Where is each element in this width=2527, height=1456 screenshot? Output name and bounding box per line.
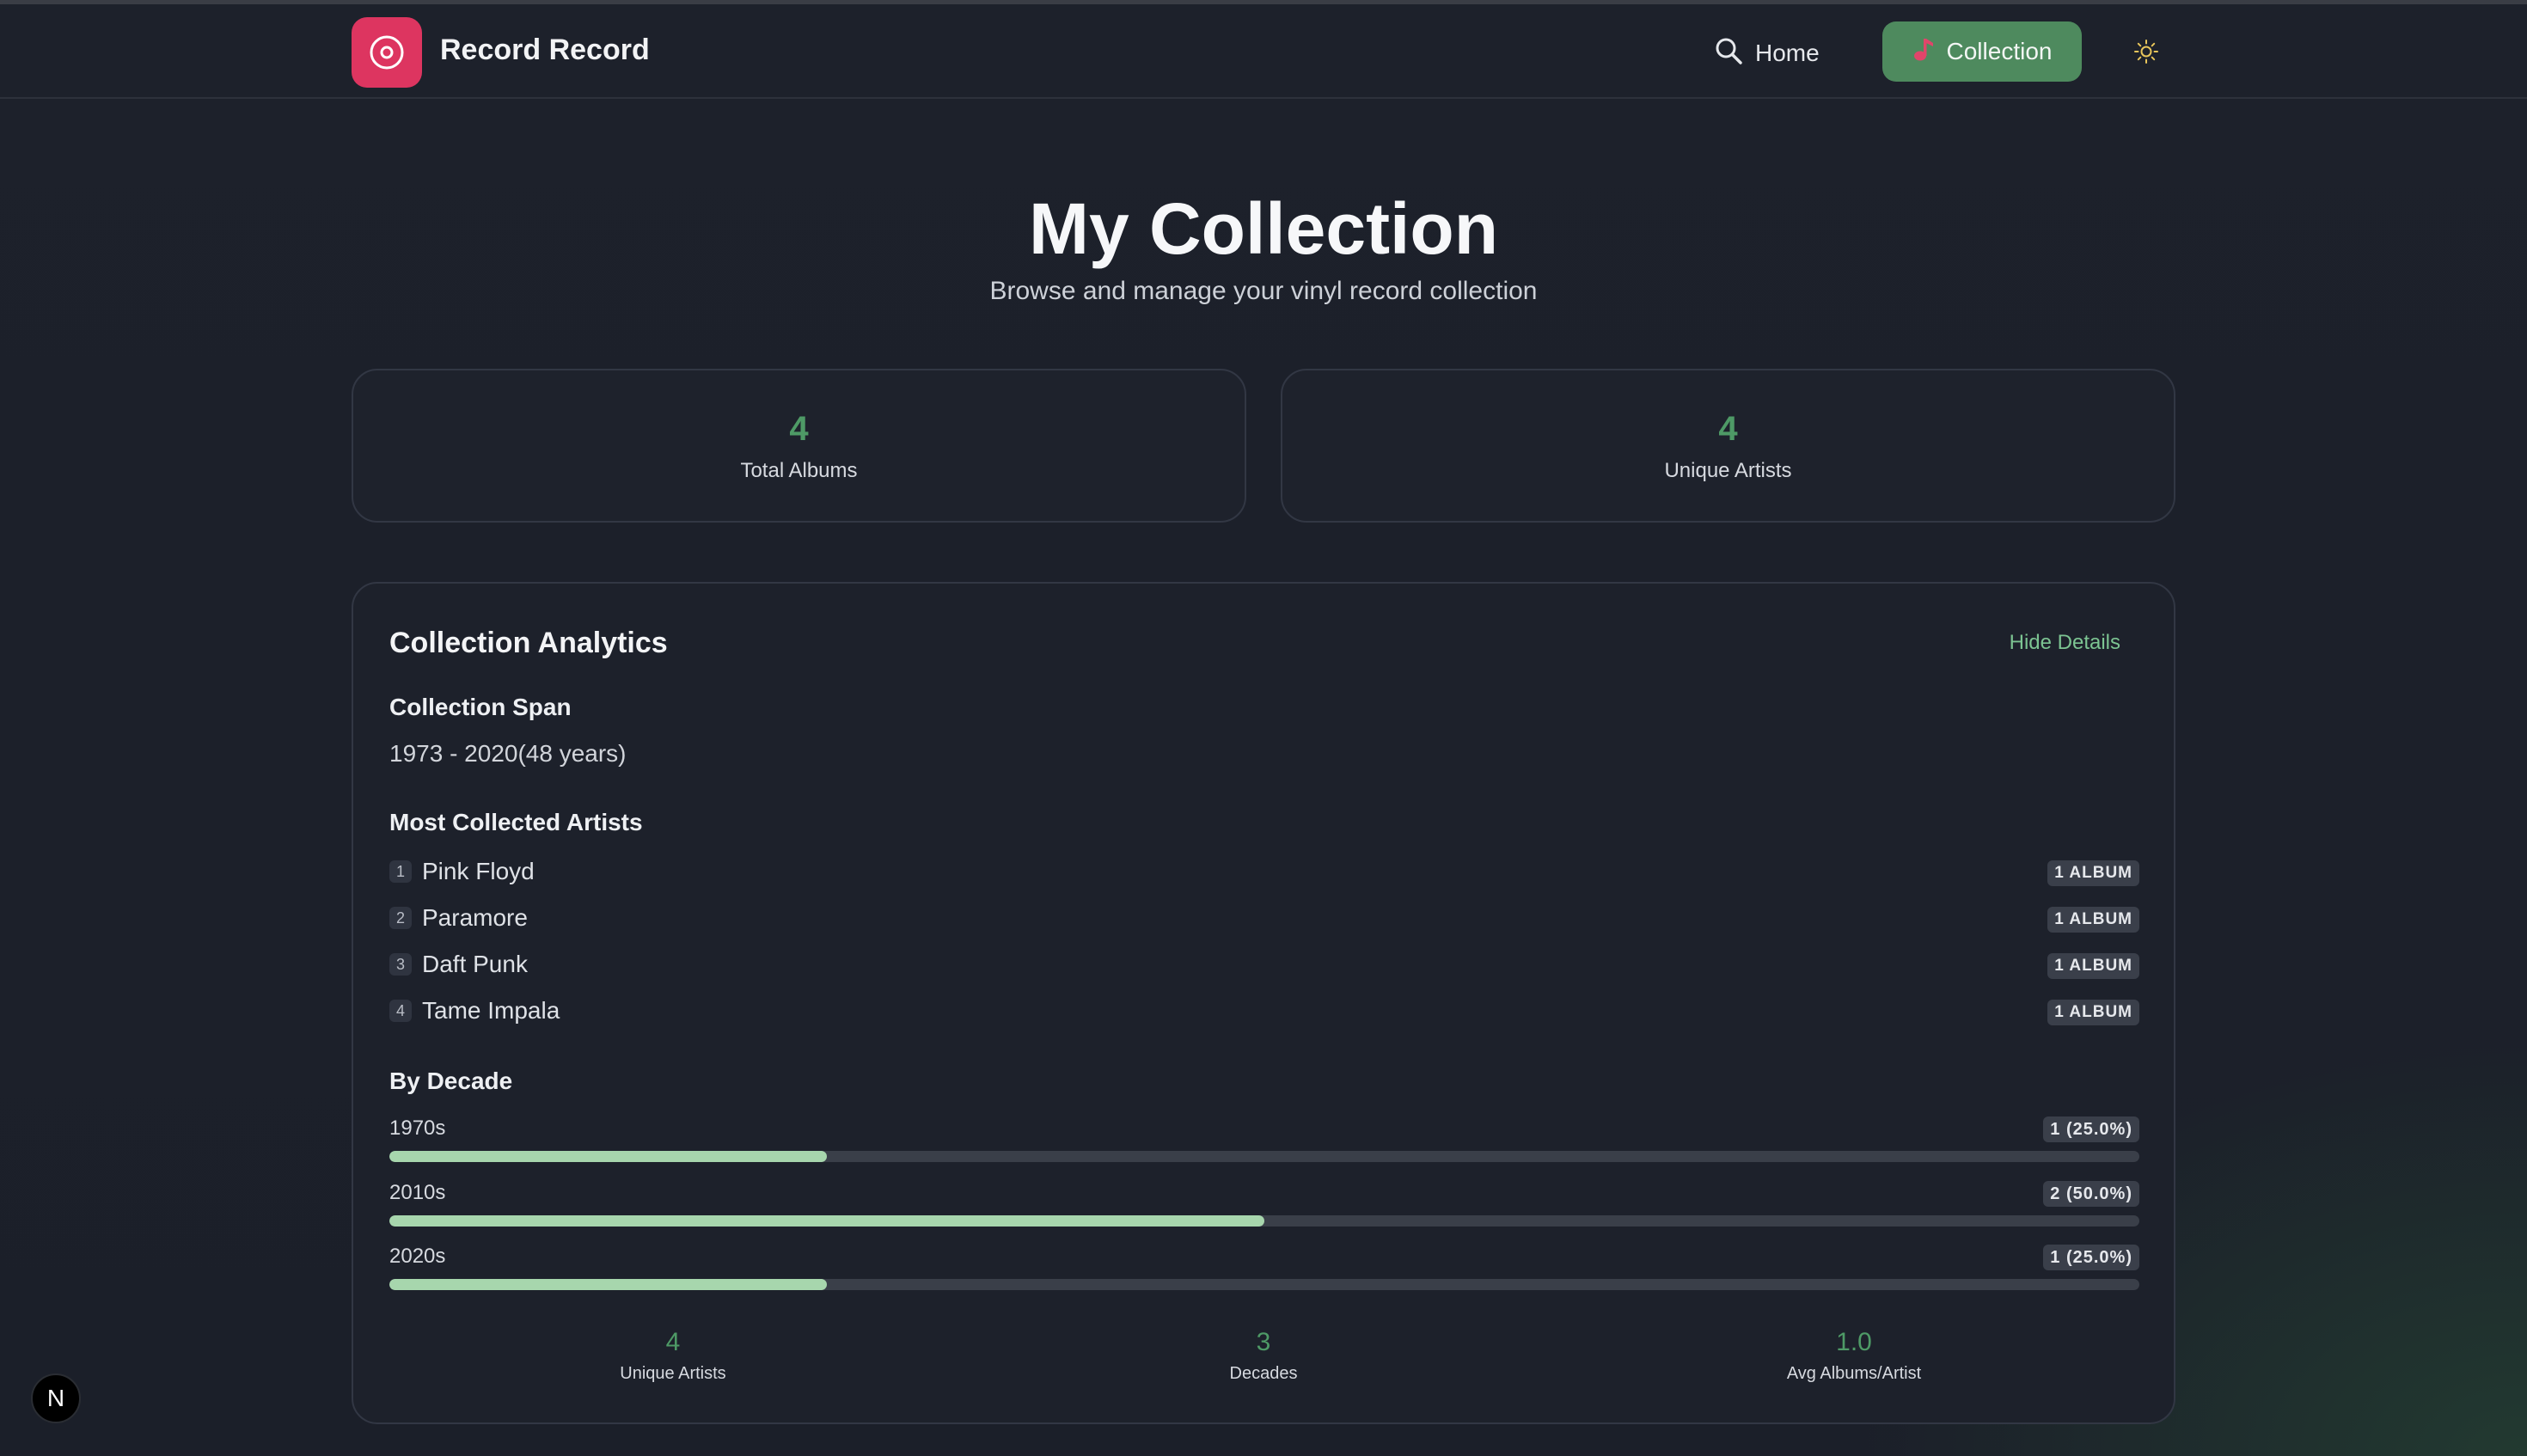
top-nav-bar: Record Record Home Collection [0,4,2527,99]
artist-row: 2 Paramore 1 ALBUM [389,902,2139,936]
by-decade-heading: By Decade [389,1068,513,1094]
search-icon [1714,36,1743,71]
summary-value: 1.0 [1836,1328,1872,1356]
artist-rank: 1 [389,860,412,883]
decade-count-badge: 1 (25.0%) [2043,1116,2139,1142]
decade-label: 1970s [389,1116,446,1140]
hide-details-button[interactable]: Hide Details [2010,631,2120,655]
artist-name: Daft Punk [422,951,528,977]
summary-decades: 3 Decades [1092,1328,1435,1384]
vinyl-record-icon[interactable] [352,17,422,88]
collection-analytics-panel: Collection Analytics Hide Details Collec… [352,582,2175,1424]
nav-collection-link[interactable]: Collection [1882,21,2082,82]
nav-home-link[interactable]: Home [1714,32,1820,75]
analytics-title: Collection Analytics [389,627,668,659]
theme-toggle-button[interactable] [2128,35,2164,71]
stat-value: 4 [789,410,809,448]
stat-card-unique-artists: 4 Unique Artists [1281,369,2175,523]
decade-row: 1970s 1 (25.0%) [389,1116,2139,1177]
stat-value: 4 [1718,410,1738,448]
decade-row: 2020s 1 (25.0%) [389,1245,2139,1305]
decade-progress-fill [389,1279,827,1290]
album-count-badge: 1 ALBUM [2047,860,2139,886]
collection-span-heading: Collection Span [389,694,572,720]
artist-name: Pink Floyd [422,858,535,884]
summary-label: Unique Artists [620,1364,726,1383]
album-count-badge: 1 ALBUM [2047,953,2139,979]
decade-progress-fill [389,1215,1264,1227]
artist-rank: 4 [389,1000,412,1022]
decade-progress-track [389,1215,2139,1227]
artist-row: 4 Tame Impala 1 ALBUM [389,994,2139,1029]
summary-value: 3 [1256,1328,1271,1356]
stat-label: Unique Artists [1664,459,1792,482]
page-subtitle: Browse and manage your vinyl record coll… [989,277,1538,305]
decade-count-badge: 1 (25.0%) [2043,1245,2139,1270]
summary-avg-albums-per-artist: 1.0 Avg Albums/Artist [1682,1328,2026,1384]
summary-value: 4 [665,1328,681,1356]
artist-rank: 3 [389,953,412,976]
brand-name[interactable]: Record Record [440,34,650,67]
decade-label: 2010s [389,1181,446,1204]
dev-tools-badge[interactable]: N [31,1373,81,1423]
stat-card-total-albums: 4 Total Albums [352,369,1246,523]
collection-span-value: 1973 - 2020(48 years) [389,740,627,767]
artist-name: Paramore [422,904,528,931]
nav-collection-label: Collection [1946,38,2053,64]
album-count-badge: 1 ALBUM [2047,1000,2139,1025]
music-note-icon [1912,36,1935,68]
album-count-badge: 1 ALBUM [2047,907,2139,933]
most-collected-artists-heading: Most Collected Artists [389,809,643,835]
artist-row: 1 Pink Floyd 1 ALBUM [389,855,2139,890]
page-title: My Collection [1028,188,1499,269]
decade-progress-track [389,1151,2139,1162]
artist-row: 3 Daft Punk 1 ALBUM [389,948,2139,982]
sun-icon [2133,39,2159,69]
decade-progress-track [389,1279,2139,1290]
stat-label: Total Albums [740,459,858,482]
decade-progress-fill [389,1151,827,1162]
summary-label: Decades [1229,1364,1298,1383]
summary-unique-artists: 4 Unique Artists [501,1328,845,1384]
artist-rank: 2 [389,907,412,929]
decade-count-badge: 2 (50.0%) [2043,1181,2139,1207]
decade-label: 2020s [389,1245,446,1268]
decade-row: 2010s 2 (50.0%) [389,1181,2139,1241]
summary-label: Avg Albums/Artist [1786,1364,1922,1383]
nav-home-label: Home [1755,40,1820,66]
artist-name: Tame Impala [422,997,560,1024]
